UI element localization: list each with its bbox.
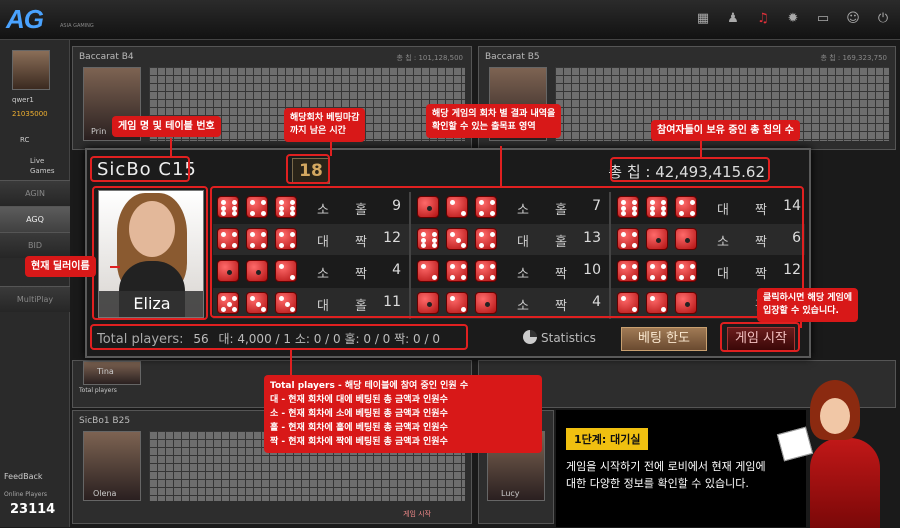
pie-chart-icon xyxy=(523,330,537,344)
highlight-roadmap xyxy=(210,186,804,318)
dealer-name: Prin xyxy=(91,127,107,136)
tutorial-step-badge: 1단계: 대기실 xyxy=(566,428,649,450)
nav-bid[interactable]: BID xyxy=(0,232,70,258)
callout-timer: 해당회차 베팅마감 까지 남은 시간 xyxy=(284,108,366,142)
highlight-start xyxy=(720,322,800,352)
nav-agq[interactable]: AGQ xyxy=(0,206,70,232)
user-balance: 21035000 xyxy=(12,110,48,118)
feedback-link[interactable]: FeedBack xyxy=(4,472,43,481)
callout-game-name: 게임 명 및 테이블 번호 xyxy=(112,116,221,137)
highlight-chips xyxy=(610,157,770,182)
live-games-label[interactable]: Live Games xyxy=(30,156,69,176)
tutorial-description: 게임을 시작하기 전에 로비에서 현재 게임에 대한 다양한 정보를 확인할 수… xyxy=(566,460,766,490)
highlight-timer xyxy=(286,154,330,184)
table-title: Baccarat B4 xyxy=(79,52,134,62)
user-add-icon[interactable]: ♟ xyxy=(726,12,740,26)
highlight-title xyxy=(90,156,190,182)
ag-logo: AG xyxy=(6,4,44,34)
screen-icon[interactable]: ▭ xyxy=(816,12,830,26)
total-players-label: Total players xyxy=(79,387,117,394)
callout-players: Total players - 해당 테이블에 참여 중인 인원 수 대 - 현… xyxy=(264,375,542,453)
settings-icon[interactable]: ✹ xyxy=(786,12,800,26)
table-title: SicBo1 B25 xyxy=(79,416,131,426)
callout-roadmap: 해당 게임의 회차 별 결과 내역을 확인할 수 있는 출목표 영역 xyxy=(426,104,562,138)
online-players-label: Online Players xyxy=(4,491,48,498)
username: qwer1 xyxy=(12,96,34,104)
hostess-illustration xyxy=(776,380,890,528)
highlight-dealer xyxy=(92,186,208,320)
table-total-chips: 총 칩 : 169,323,750 xyxy=(820,54,887,62)
top-bar: AG ASIA GAMING ▦ ♟ ♫ ✹ ▭ ☺ ⏻ xyxy=(0,0,900,40)
statistics-label: Statistics xyxy=(541,331,596,345)
highlight-stats xyxy=(90,324,468,350)
music-icon[interactable]: ♫ xyxy=(756,12,770,26)
chat-icon[interactable]: ☺ xyxy=(846,12,860,26)
table-title: Baccarat B5 xyxy=(485,52,540,62)
statistics-button[interactable]: Statistics xyxy=(523,330,596,345)
power-icon[interactable]: ⏻ xyxy=(876,12,890,26)
dealer-name: Tina xyxy=(97,367,114,376)
sidebar: qwer1 21035000 RC Live Games AGIN AGQ BI… xyxy=(0,40,70,527)
playing-cards-icon xyxy=(776,426,814,462)
rc-label[interactable]: RC xyxy=(20,136,29,144)
nav-agin[interactable]: AGIN xyxy=(0,180,70,206)
nav-multiplay[interactable]: MultiPlay xyxy=(0,286,70,312)
game-start-link[interactable]: 게임 시작 xyxy=(403,509,431,519)
table-total-chips: 총 칩 : 101,128,500 xyxy=(396,54,463,62)
dealer-name: Olena xyxy=(93,489,117,498)
callout-start: 클릭하시면 해당 게임에 입장할 수 있습니다. xyxy=(757,288,859,322)
callout-dealer: 현재 딜러이름 xyxy=(25,256,96,277)
bet-limit-button[interactable]: 베팅 한도 xyxy=(621,327,707,351)
tutorial-panel: 1단계: 대기실 게임을 시작하기 전에 로비에서 현재 게임에 대한 다양한 … xyxy=(556,410,806,527)
user-avatar[interactable] xyxy=(12,50,50,90)
top-icon-group: ▦ ♟ ♫ ✹ ▭ ☺ ⏻ xyxy=(696,12,890,26)
logo-subtitle: ASIA GAMING xyxy=(60,23,94,29)
callout-chips: 참여자들이 보유 중인 총 칩의 수 xyxy=(651,120,801,141)
dealer-name: Lucy xyxy=(501,489,520,498)
online-players-count: 23114 xyxy=(10,502,56,517)
lobby-icon[interactable]: ▦ xyxy=(696,12,710,26)
